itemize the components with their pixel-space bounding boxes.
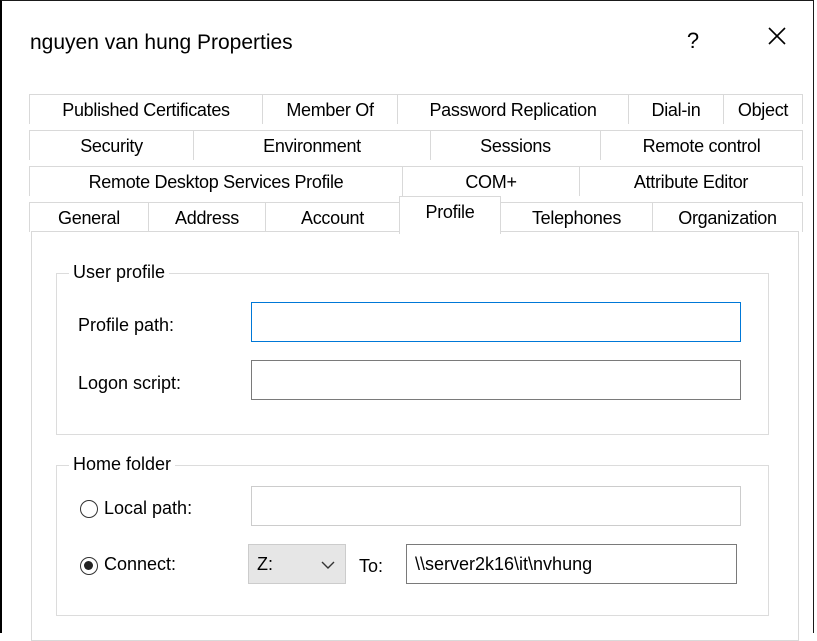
profile-tab-panel: User profile Profile path: Logon script:… bbox=[31, 231, 799, 641]
tab-telephones[interactable]: Telephones bbox=[500, 202, 653, 232]
logon-script-input[interactable] bbox=[251, 360, 741, 400]
tab-general[interactable]: General bbox=[29, 202, 149, 232]
close-button[interactable] bbox=[760, 23, 794, 59]
tab-object[interactable]: Object bbox=[723, 94, 803, 124]
close-icon bbox=[768, 27, 786, 45]
tab-sessions[interactable]: Sessions bbox=[430, 130, 601, 160]
tab-profile[interactable]: Profile bbox=[399, 196, 501, 234]
tab-attribute-editor[interactable]: Attribute Editor bbox=[579, 166, 803, 196]
help-button[interactable]: ? bbox=[679, 23, 707, 59]
user-profile-group: User profile bbox=[56, 262, 769, 435]
profile-path-input[interactable] bbox=[251, 302, 741, 342]
user-profile-group-label: User profile bbox=[69, 262, 170, 283]
tab-account[interactable]: Account bbox=[265, 202, 400, 232]
chevron-down-icon bbox=[321, 545, 335, 583]
local-path-radio[interactable] bbox=[80, 500, 98, 518]
home-folder-path-input[interactable] bbox=[406, 544, 737, 584]
connect-label: Connect: bbox=[104, 554, 177, 574]
drive-letter-value: Z: bbox=[257, 554, 273, 574]
window-title: nguyen van hung Properties bbox=[30, 31, 293, 54]
tab-member-of[interactable]: Member Of bbox=[262, 94, 398, 124]
tab-security[interactable]: Security bbox=[29, 130, 194, 160]
connect-radio[interactable] bbox=[80, 557, 98, 575]
properties-dialog: nguyen van hung Properties ? Published C… bbox=[0, 0, 814, 641]
home-folder-group-label: Home folder bbox=[69, 454, 176, 475]
tab-password-replication[interactable]: Password Replication bbox=[397, 94, 629, 124]
tab-organization[interactable]: Organization bbox=[652, 202, 803, 232]
local-path-input[interactable] bbox=[251, 486, 741, 526]
tab-published-certificates[interactable]: Published Certificates bbox=[29, 94, 263, 124]
title-bar: nguyen van hung Properties ? bbox=[2, 1, 813, 85]
tab-com-plus[interactable]: COM+ bbox=[402, 166, 580, 196]
local-path-label: Local path: bbox=[104, 498, 193, 518]
tab-address[interactable]: Address bbox=[148, 202, 266, 232]
tab-dial-in[interactable]: Dial-in bbox=[628, 94, 724, 124]
tab-remote-desktop-services-profile[interactable]: Remote Desktop Services Profile bbox=[29, 166, 403, 196]
drive-letter-select[interactable]: Z: bbox=[248, 544, 346, 584]
connect-radio-dot bbox=[84, 561, 93, 570]
logon-script-label: Logon script: bbox=[78, 373, 182, 393]
tab-remote-control[interactable]: Remote control bbox=[600, 130, 803, 160]
tab-environment[interactable]: Environment bbox=[193, 130, 431, 160]
profile-path-label: Profile path: bbox=[78, 315, 175, 335]
to-label: To: bbox=[359, 556, 384, 576]
